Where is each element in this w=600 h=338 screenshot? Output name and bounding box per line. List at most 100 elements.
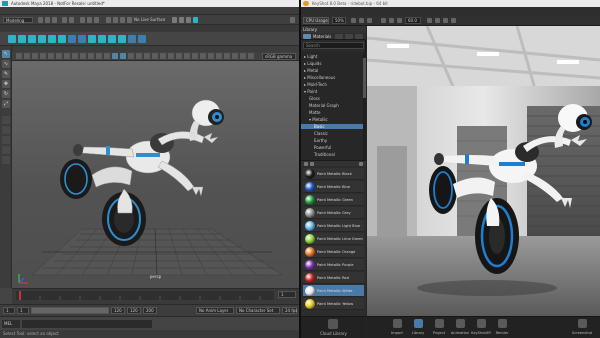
- open-scene-icon[interactable]: [45, 17, 50, 23]
- viewport-option-icon[interactable]: [144, 53, 150, 59]
- toggle-panel-icon[interactable]: [290, 17, 295, 23]
- playback-start-field[interactable]: 1: [17, 307, 29, 314]
- mel-toggle[interactable]: MEL: [2, 320, 20, 328]
- material-swatch[interactable]: Paint Metallic Grey: [303, 207, 364, 219]
- tree-item[interactable]: Material Graph: [301, 103, 363, 108]
- viewport-option-icon[interactable]: [32, 53, 38, 59]
- tree-item[interactable]: ▸ Mold-Tech: [301, 82, 363, 87]
- layout-outliner-icon[interactable]: [2, 146, 10, 154]
- material-swatch[interactable]: Paint Metallic Red: [303, 272, 364, 284]
- viewport-option-icon[interactable]: [128, 53, 134, 59]
- cpu-usage-dropdown[interactable]: CPU Usage: [303, 17, 329, 24]
- snap-grid-icon[interactable]: [106, 17, 111, 23]
- tree-item[interactable]: ▸ Light: [301, 54, 363, 59]
- material-swatch[interactable]: Paint Metallic Lime Green: [303, 233, 364, 245]
- layout-four-icon[interactable]: [2, 126, 10, 134]
- denoise-icon[interactable]: [367, 18, 372, 23]
- scale-tool-icon[interactable]: ⤢: [2, 100, 10, 108]
- render-current-frame-icon[interactable]: [172, 17, 177, 23]
- viewport-option-icon[interactable]: [168, 53, 174, 59]
- perspective-viewport[interactable]: persp: [12, 61, 299, 288]
- tree-item[interactable]: Traditional: [301, 152, 363, 157]
- rotate-tool-icon[interactable]: ↻: [2, 90, 10, 98]
- menu-set-dropdown[interactable]: Modeling: [3, 17, 33, 23]
- viewport-option-icon[interactable]: [240, 53, 246, 59]
- tree-item[interactable]: Matte: [301, 110, 363, 115]
- viewport-option-icon[interactable]: [88, 53, 94, 59]
- viewport-option-icon[interactable]: [216, 53, 222, 59]
- fps-dropdown[interactable]: 24 fps: [282, 307, 297, 314]
- render-button[interactable]: Render: [491, 317, 513, 338]
- save-scene-icon[interactable]: [52, 17, 57, 23]
- pause-icon[interactable]: [351, 18, 356, 23]
- redo-icon[interactable]: [69, 17, 74, 23]
- tree-scrollbar[interactable]: [363, 52, 366, 160]
- camera-icon[interactable]: [451, 18, 456, 23]
- tree-item[interactable]: ▸ Metal: [301, 68, 363, 73]
- cpu-usage-field[interactable]: 50%: [332, 17, 346, 24]
- viewport-option-icon[interactable]: [120, 53, 126, 59]
- shelf-tool-icon[interactable]: [58, 35, 66, 43]
- anim-layer-dropdown[interactable]: No Anim Layer: [196, 307, 234, 314]
- viewport-option-icon[interactable]: [200, 53, 206, 59]
- tree-item[interactable]: ▸ Liquids: [301, 61, 363, 66]
- viewport-option-icon[interactable]: [248, 53, 254, 59]
- viewport-option-icon[interactable]: [24, 53, 30, 59]
- playback-end-field[interactable]: 120: [111, 307, 125, 314]
- viewport-option-icon[interactable]: [208, 53, 214, 59]
- shelf-tool-icon[interactable]: [88, 35, 96, 43]
- viewport-option-icon[interactable]: [112, 53, 118, 59]
- shelf-tool-icon[interactable]: [68, 35, 76, 43]
- performance-mode-icon[interactable]: [359, 18, 364, 23]
- viewport-option-icon[interactable]: [184, 53, 190, 59]
- new-scene-icon[interactable]: [38, 17, 43, 23]
- shelf-tool-icon[interactable]: [98, 35, 106, 43]
- tab-materials[interactable]: Materials: [313, 34, 331, 39]
- viewport-option-icon[interactable]: [40, 53, 46, 59]
- region-icon[interactable]: [435, 18, 440, 23]
- material-swatch[interactable]: Paint Metallic Blue: [303, 181, 364, 193]
- select-tool-icon[interactable]: ↖: [2, 50, 10, 58]
- character-set-dropdown[interactable]: No Character Set: [236, 307, 280, 314]
- select-hierarchy-icon[interactable]: [80, 17, 85, 23]
- viewport-option-icon[interactable]: [232, 53, 238, 59]
- paint-select-icon[interactable]: ✎: [2, 70, 10, 78]
- lasso-tool-icon[interactable]: ∿: [2, 60, 10, 68]
- layout-single-icon[interactable]: [2, 116, 10, 124]
- material-swatch[interactable]: Paint Metallic Orange: [303, 246, 364, 258]
- tree-item[interactable]: ▾ Metallic: [301, 117, 363, 122]
- fov-icon[interactable]: [397, 18, 402, 23]
- tree-item[interactable]: Classic: [301, 131, 363, 136]
- arnold-render-icon[interactable]: [193, 17, 198, 23]
- layout-two-icon[interactable]: [2, 136, 10, 144]
- tree-item[interactable]: Earthy: [301, 138, 363, 143]
- viewport-option-icon[interactable]: [136, 53, 142, 59]
- range-out-field[interactable]: 200: [143, 307, 157, 314]
- viewport-option-icon[interactable]: [48, 53, 54, 59]
- range-end-field[interactable]: 120: [127, 307, 141, 314]
- viewport-option-icon[interactable]: [224, 53, 230, 59]
- library-search-input[interactable]: Search: [303, 42, 364, 49]
- ipr-render-icon[interactable]: [179, 17, 184, 23]
- realtime-render-view[interactable]: [367, 26, 600, 316]
- shelf-tool-icon[interactable]: [118, 35, 126, 43]
- tree-item[interactable]: Powerful: [301, 145, 363, 150]
- move-tool-icon[interactable]: ✥: [2, 80, 10, 88]
- tree-item[interactable]: Basic: [301, 124, 363, 129]
- command-input[interactable]: [22, 320, 152, 328]
- viewport-option-icon[interactable]: [104, 53, 110, 59]
- material-swatch[interactable]: Paint Metallic White: [303, 285, 364, 297]
- tree-item[interactable]: ▸ Miscellaneous: [301, 75, 363, 80]
- shelf-tool-icon[interactable]: [8, 35, 16, 43]
- snap-view-icon[interactable]: [127, 17, 132, 23]
- viewport-option-icon[interactable]: [176, 53, 182, 59]
- geometry-view-icon[interactable]: [443, 18, 448, 23]
- cloud-library-button[interactable]: Cloud Library: [301, 316, 366, 338]
- shelf-tool-icon[interactable]: [108, 35, 116, 43]
- material-swatch[interactable]: Paint Metallic Yellow: [303, 298, 364, 310]
- pan-icon[interactable]: [381, 18, 386, 23]
- shelf-tool-icon[interactable]: [28, 35, 36, 43]
- range-start-field[interactable]: 1: [3, 307, 15, 314]
- snap-curve-icon[interactable]: [113, 17, 118, 23]
- select-object-icon[interactable]: [87, 17, 92, 23]
